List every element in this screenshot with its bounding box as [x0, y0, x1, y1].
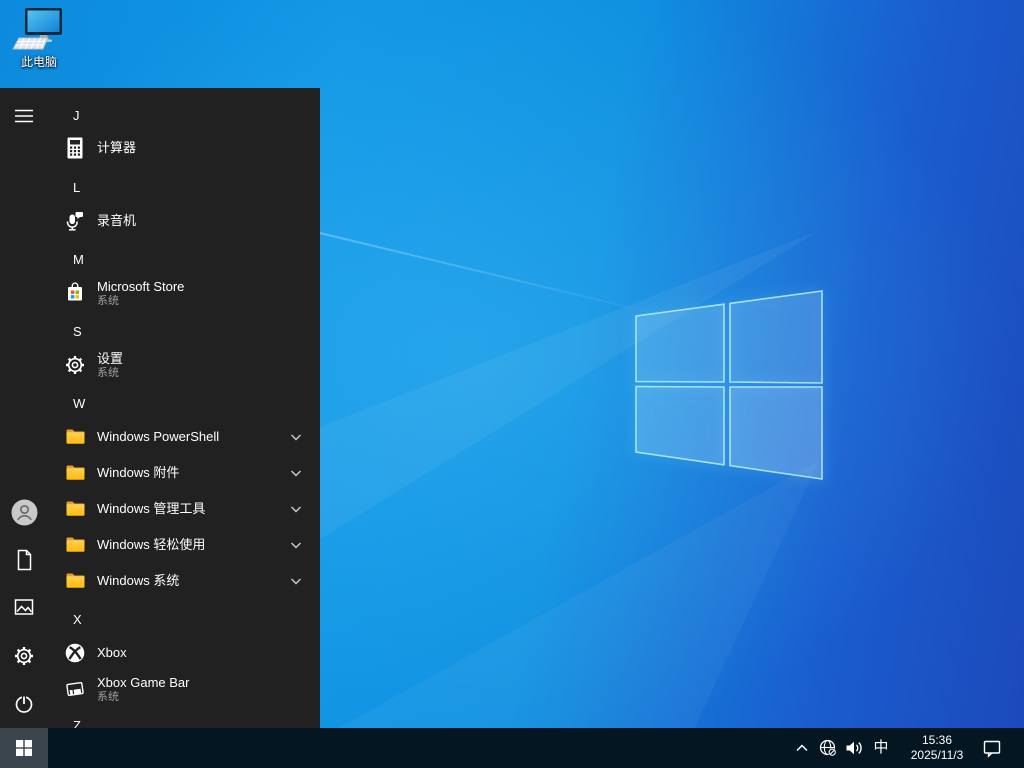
microsoft-store-icon — [62, 280, 88, 306]
start-menu-item-label: 设置 — [97, 350, 124, 366]
start-menu-item-sublabel: 系统 — [97, 294, 119, 307]
start-menu-rail — [0, 88, 48, 728]
documents-button[interactable] — [0, 536, 48, 584]
start-menu-item-sublabel: 系统 — [97, 690, 119, 703]
section-header-label: J — [73, 107, 80, 123]
desktop-icon-this-pc[interactable]: 此电脑 — [4, 6, 74, 69]
folder-icon — [62, 496, 88, 522]
show-hidden-icons-button[interactable] — [792, 728, 812, 768]
chevron-down-icon — [288, 465, 304, 481]
action-center-icon — [983, 740, 1001, 758]
start-menu-item-microsoft-store[interactable]: Microsoft Store 系统 — [48, 271, 320, 315]
section-header-label: Z — [73, 717, 81, 729]
start-menu-item-label: Windows 管理工具 — [97, 501, 206, 516]
start-menu-item-sublabel: 系统 — [97, 366, 119, 379]
windows-logo-icon — [16, 740, 32, 756]
start-menu-section-header-x[interactable]: X — [73, 601, 82, 637]
folder-icon — [62, 532, 88, 558]
voice-recorder-icon — [62, 208, 88, 234]
start-menu-item-label: Windows 系统 — [97, 573, 180, 588]
section-header-label: M — [73, 251, 84, 267]
xbox-icon — [62, 640, 88, 666]
start-menu-folder-windows-powershell[interactable]: Windows PowerShell — [48, 419, 320, 455]
start-menu-section-header-j[interactable]: J — [73, 97, 80, 133]
volume-button[interactable] — [844, 728, 864, 768]
speaker-icon — [846, 741, 862, 755]
system-tray: 中 15:36 2025/11/3 — [792, 728, 1024, 768]
start-menu-item-label: Xbox Game Bar — [97, 674, 190, 690]
clock-date: 2025/11/3 — [910, 748, 964, 762]
start-menu: J 计算器 L 录音机 M Microsoft Store 系统 S 设置 系统… — [0, 88, 320, 728]
xbox-game-bar-icon — [62, 676, 88, 702]
settings-gear-icon — [62, 352, 88, 378]
pictures-button[interactable] — [0, 583, 48, 631]
start-menu-item-label: 计算器 — [97, 140, 137, 155]
start-button[interactable] — [0, 728, 48, 768]
start-menu-app-list: J 计算器 L 录音机 M Microsoft Store 系统 S 设置 系统… — [48, 88, 320, 728]
desktop-icon-label: 此电脑 — [20, 55, 57, 69]
user-account-button[interactable] — [0, 488, 48, 536]
start-menu-item-label: Microsoft Store — [97, 278, 185, 294]
taskbar-clock[interactable]: 15:36 2025/11/3 — [898, 733, 976, 763]
start-menu-item-settings[interactable]: 设置 系统 — [48, 343, 320, 387]
start-menu-item-xbox-game-bar[interactable]: Xbox Game Bar 系统 — [48, 667, 320, 711]
settings-icon — [15, 647, 33, 665]
start-menu-item-label: Xbox — [97, 645, 127, 660]
network-status-button[interactable] — [818, 728, 838, 768]
start-menu-item-xbox[interactable]: Xbox — [48, 635, 320, 671]
start-menu-item-calculator[interactable]: 计算器 — [48, 130, 320, 166]
expand-menu-button[interactable] — [0, 92, 48, 140]
calculator-icon — [62, 135, 88, 161]
documents-icon — [17, 549, 32, 571]
settings-button[interactable] — [0, 632, 48, 680]
start-menu-item-label: 录音机 — [97, 213, 137, 228]
clock-time: 15:36 — [921, 733, 953, 747]
start-menu-section-header-l[interactable]: L — [73, 169, 80, 205]
hamburger-menu-icon — [15, 109, 33, 123]
desktop: 此电脑 J 计算器 L 录音机 M Microsoft Store 系统 S 设… — [0, 0, 1024, 768]
chevron-down-icon — [288, 429, 304, 445]
start-menu-item-voice-recorder[interactable]: 录音机 — [48, 203, 320, 239]
section-header-label: X — [73, 611, 82, 627]
power-button[interactable] — [0, 680, 48, 728]
chevron-down-icon — [288, 537, 304, 553]
start-menu-folder-windows-admin-tools[interactable]: Windows 管理工具 — [48, 491, 320, 527]
ime-indicator[interactable]: 中 — [870, 728, 892, 768]
pictures-icon — [14, 599, 34, 615]
network-globe-offline-icon — [819, 739, 837, 757]
start-menu-item-label: Windows 轻松使用 — [97, 537, 206, 552]
start-menu-item-label: Windows 附件 — [97, 465, 180, 480]
folder-icon — [62, 568, 88, 594]
user-avatar-icon — [11, 499, 37, 525]
start-menu-section-header-z[interactable]: Z — [73, 707, 81, 729]
start-menu-folder-windows-system[interactable]: Windows 系统 — [48, 563, 320, 599]
chevron-down-icon — [288, 501, 304, 517]
chevron-down-icon — [288, 573, 304, 589]
chevron-up-icon — [796, 744, 808, 752]
power-icon — [15, 695, 33, 713]
folder-icon — [62, 460, 88, 486]
section-header-label: W — [73, 395, 86, 411]
taskbar: 中 15:36 2025/11/3 — [0, 728, 1024, 768]
start-menu-item-label: Windows PowerShell — [97, 429, 220, 444]
this-pc-icon — [12, 8, 62, 50]
section-header-label: L — [73, 179, 81, 195]
section-header-label: S — [73, 323, 82, 339]
folder-icon — [62, 424, 88, 450]
windows-wallpaper-logo — [635, 290, 823, 480]
action-center-button[interactable] — [982, 728, 1002, 768]
start-menu-folder-windows-accessories[interactable]: Windows 附件 — [48, 455, 320, 491]
start-menu-section-header-w[interactable]: W — [73, 385, 85, 421]
start-menu-folder-windows-ease-of-access[interactable]: Windows 轻松使用 — [48, 527, 320, 563]
